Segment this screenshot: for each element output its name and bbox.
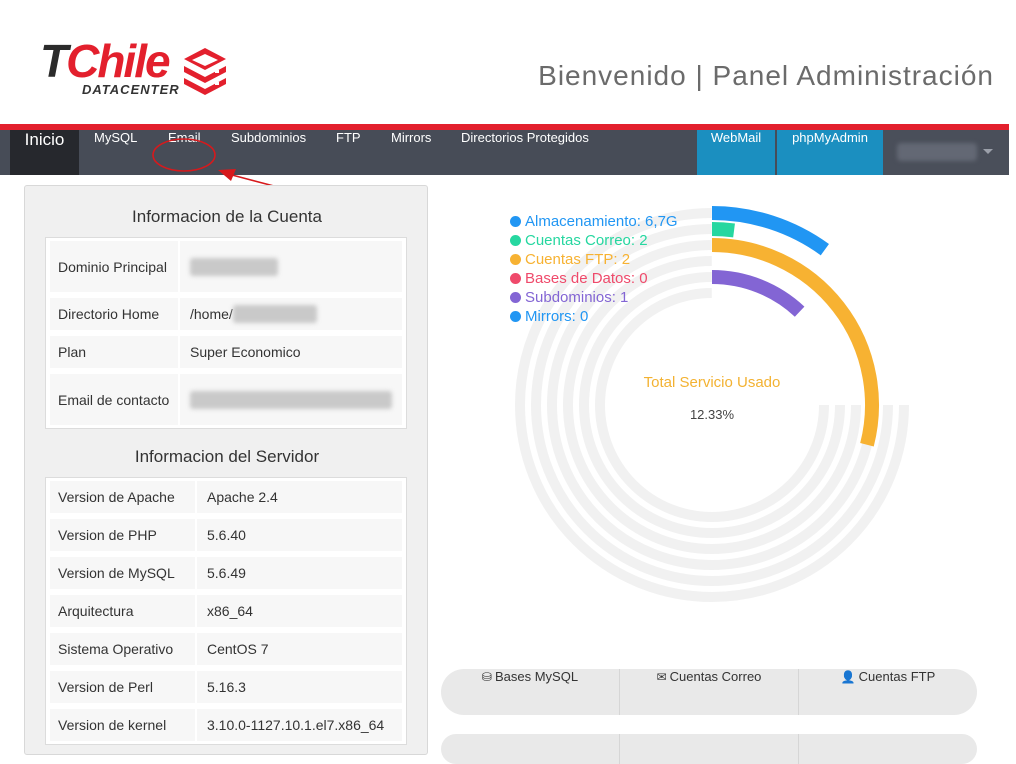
plan-value: Super Economico (180, 336, 402, 368)
nav-email[interactable]: Email (168, 130, 201, 175)
row-value: 5.6.40 (197, 519, 402, 551)
tab-secondary[interactable] (441, 734, 620, 764)
row-label: Directorio Home (50, 298, 178, 330)
legend-dot (510, 311, 521, 322)
server-info-table: Version de Apache Apache 2.4 Version de … (45, 477, 407, 745)
table-row: Email de contacto (46, 371, 406, 428)
table-row: Version de PHP 5.6.40 (46, 516, 406, 554)
username-redacted (897, 143, 977, 161)
row-label: Version de PHP (50, 519, 195, 551)
table-row: Version de Apache Apache 2.4 (46, 478, 406, 516)
user-menu[interactable] (883, 130, 1009, 175)
legend-item-bases-datos: Bases de Datos: 0 (510, 269, 678, 288)
user-icon: 👤 (840, 670, 856, 684)
webmail-button[interactable]: WebMail (697, 130, 775, 175)
tchile-logo[interactable]: TChile DATACENTER (40, 38, 235, 100)
row-label: Version de MySQL (50, 557, 195, 589)
table-row: Directorio Home /home/ (46, 295, 406, 333)
legend-dot (510, 235, 521, 246)
logo-text: TChile (40, 35, 171, 87)
server-stack-icon (184, 48, 226, 95)
table-row: Sistema Operativo CentOS 7 (46, 630, 406, 668)
legend-item-subdominios: Subdominios: 1 (510, 288, 678, 307)
row-value: 5.6.49 (197, 557, 402, 589)
legend-dot (510, 292, 521, 303)
caret-down-icon (983, 149, 993, 154)
total-usage-label: Total Servicio Usado (643, 374, 781, 391)
tab-cuentas-correo[interactable]: ✉ Cuentas Correo (620, 669, 799, 715)
row-label: Sistema Operativo (50, 633, 195, 665)
row-label: Version de kernel (50, 709, 195, 741)
row-label: Arquitectura (50, 595, 195, 627)
table-row: Version de kernel 3.10.0-1127.10.1.el7.x… (46, 706, 406, 744)
row-label: Version de Perl (50, 671, 195, 703)
legend-dot (510, 216, 521, 227)
main-navbar: Inicio MySQL Email Subdominios FTP Mirro… (0, 130, 1009, 175)
ring-value-arc (711, 222, 735, 238)
row-value: CentOS 7 (197, 633, 402, 665)
nav-home[interactable]: Inicio (10, 130, 79, 175)
legend-dot (510, 254, 521, 265)
legend-item-almacenamiento: Almacenamiento: 6,7G (510, 212, 678, 231)
usage-legend: Almacenamiento: 6,7G Cuentas Correo: 2 C… (510, 212, 678, 326)
nav-subdominios[interactable]: Subdominios (231, 130, 306, 175)
ring-track (595, 288, 829, 522)
row-value: x86_64 (197, 595, 402, 627)
phpmyadmin-button[interactable]: phpMyAdmin (777, 130, 883, 175)
tab-secondary[interactable] (799, 734, 977, 764)
logo-subtitle: DATACENTER (82, 82, 180, 97)
tab-cuentas-ftp[interactable]: 👤 Cuentas FTP (799, 669, 977, 715)
resource-tabs-secondary (441, 734, 977, 764)
nav-directorios-protegidos[interactable]: Directorios Protegidos (461, 130, 589, 175)
table-row: Version de Perl 5.16.3 (46, 668, 406, 706)
total-usage-value: 12.33% (689, 407, 735, 422)
email-value (180, 374, 402, 425)
legend-item-ftp: Cuentas FTP: 2 (510, 250, 678, 269)
server-info-heading: Informacion del Servidor (134, 447, 320, 466)
tab-bases-mysql[interactable]: ⛁ Bases MySQL (441, 669, 620, 715)
nav-ftp[interactable]: FTP (336, 130, 361, 175)
database-icon: ⛁ (481, 670, 492, 684)
row-value: 5.16.3 (197, 671, 402, 703)
row-value: Apache 2.4 (197, 481, 402, 513)
redacted-value (190, 257, 278, 276)
account-info-heading: Informacion de la Cuenta (132, 207, 322, 226)
row-label: Version de Apache (50, 481, 195, 513)
envelope-icon: ✉ (656, 670, 667, 684)
row-label: Dominio Principal (50, 241, 178, 292)
row-label: Email de contacto (50, 374, 178, 425)
ring-value-arc (711, 270, 805, 317)
row-value: 3.10.0-1127.10.1.el7.x86_64 (197, 709, 402, 741)
table-row: Arquitectura x86_64 (46, 592, 406, 630)
tab-secondary[interactable] (620, 734, 799, 764)
redacted-value (190, 390, 392, 409)
legend-dot (510, 273, 521, 284)
redacted-value (232, 305, 317, 323)
legend-item-correo: Cuentas Correo: 2 (510, 231, 678, 250)
account-info-table: Dominio Principal Directorio Home /home/… (45, 237, 407, 429)
row-label: Plan (50, 336, 178, 368)
resource-tabs: ⛁ Bases MySQL ✉ Cuentas Correo 👤 Cuentas FT… (441, 669, 977, 715)
table-row: Version de MySQL 5.6.49 (46, 554, 406, 592)
info-panel: Informacion de la Cuenta Dominio Princip… (24, 185, 428, 755)
table-row: Dominio Principal (46, 238, 406, 295)
nav-mysql[interactable]: MySQL (94, 130, 137, 175)
page-title: Bienvenido | Panel Administración (538, 60, 994, 91)
home-dir-value: /home/ (180, 298, 402, 330)
table-row: Plan Super Economico (46, 333, 406, 371)
nav-mirrors[interactable]: Mirrors (391, 130, 431, 175)
domain-value (180, 241, 402, 292)
legend-item-mirrors: Mirrors: 0 (510, 307, 678, 326)
header: TChile DATACENTER Bienvenido | Panel Adm… (0, 0, 1016, 124)
